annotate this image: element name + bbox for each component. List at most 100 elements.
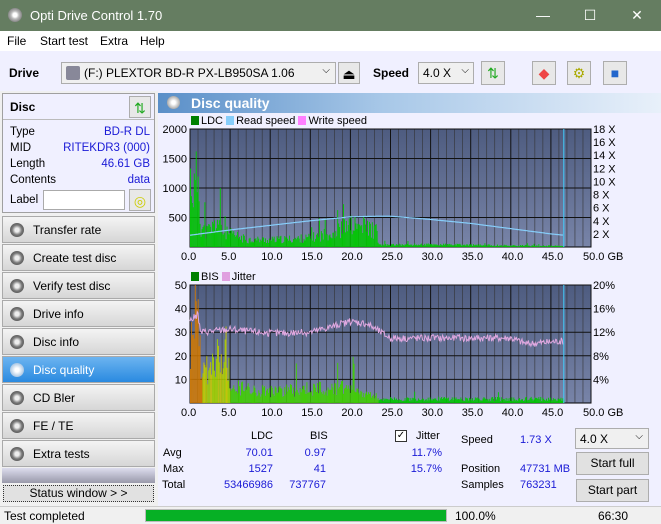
test-speed-select[interactable]: 4.0 X ⌵: [575, 428, 649, 449]
menu-file[interactable]: File: [7, 34, 26, 48]
data-bar: [265, 238, 266, 247]
x-tick-label: 40.0: [502, 251, 523, 263]
data-bar: [316, 391, 317, 403]
data-bar: [425, 399, 427, 403]
data-bar: [507, 245, 509, 247]
ldc-chart: 2000 1500 1000 500 18 X16 X14 X12 X10 X 8 X6 …: [163, 124, 624, 263]
settings-button[interactable]: ⚙: [567, 61, 591, 85]
data-bar: [342, 380, 343, 403]
data-bar: [439, 400, 441, 403]
close-button[interactable]: ✕: [614, 0, 660, 31]
data-bar: [247, 243, 249, 247]
data-bar: [231, 230, 233, 247]
x-tick-label: 35.0: [462, 407, 483, 419]
data-bar: [347, 385, 349, 403]
data-bar: [525, 245, 527, 247]
data-bar: [274, 386, 276, 403]
data-bar: [266, 243, 267, 247]
start-part-button[interactable]: Start part: [576, 479, 649, 502]
data-bar: [277, 237, 279, 247]
data-bar: [380, 244, 382, 247]
nav-drive-info[interactable]: Drive info: [2, 300, 155, 327]
data-bar: [342, 233, 343, 247]
data-bar: [553, 246, 555, 247]
data-bar: [422, 245, 424, 247]
data-bar: [338, 388, 340, 403]
data-bar: [332, 232, 334, 247]
data-bar: [228, 234, 230, 247]
contents-label: Contents: [10, 174, 57, 186]
data-bar: [508, 400, 510, 403]
nav-cd-bler[interactable]: CD Bler: [2, 384, 155, 411]
disc-refresh-button[interactable]: ⇅: [129, 96, 151, 118]
drive-select[interactable]: (F:) PLEXTOR BD-R PX-LB950SA 1.06 ⌵: [61, 62, 336, 84]
data-bar: [244, 387, 246, 403]
data-bar: [382, 400, 384, 403]
speed-select[interactable]: 4.0 X ⌵: [418, 62, 474, 84]
nav-transfer-rate[interactable]: Transfer rate: [2, 216, 155, 243]
nav-verify-test-disc[interactable]: Verify test disc: [2, 272, 155, 299]
status-window-button[interactable]: Status window > >: [3, 485, 154, 502]
data-bar: [285, 394, 287, 403]
data-bar: [431, 244, 433, 247]
data-bar: [420, 399, 422, 403]
data-bar: [328, 235, 330, 247]
label-input[interactable]: [43, 190, 125, 210]
data-bar: [401, 401, 403, 403]
data-bar: [312, 395, 314, 403]
data-bar: [541, 401, 543, 403]
menu-extra[interactable]: Extra: [100, 34, 128, 48]
data-bar: [284, 387, 286, 403]
start-full-button[interactable]: Start full: [576, 452, 649, 475]
nav-create-test-disc[interactable]: Create test disc: [2, 244, 155, 271]
data-bar: [347, 225, 349, 247]
data-bar: [317, 383, 318, 403]
data-bar: [200, 236, 202, 247]
data-bar: [271, 387, 273, 403]
data-bar: [434, 244, 436, 247]
nav-disc-info[interactable]: Disc info: [2, 328, 155, 355]
data-bar: [403, 400, 405, 403]
data-bar: [284, 236, 286, 247]
erase-button[interactable]: ◆: [532, 61, 556, 85]
maximize-button[interactable]: ☐: [567, 0, 613, 31]
data-bar: [395, 244, 397, 247]
data-bar: [262, 237, 264, 247]
data-bar: [254, 238, 256, 247]
data-bar: [210, 226, 212, 247]
data-bar: [354, 216, 356, 247]
nav-disc-quality[interactable]: Disc quality: [2, 356, 155, 383]
data-bar: [305, 393, 307, 403]
label-disc-button[interactable]: ◎: [129, 189, 151, 211]
data-bar: [252, 392, 254, 403]
menu-help[interactable]: Help: [140, 34, 165, 48]
data-bar: [529, 398, 531, 403]
data-bar: [497, 244, 498, 247]
data-bar: [542, 397, 544, 403]
disc-info-icon: [10, 335, 24, 349]
eject-button[interactable]: ⏏: [338, 62, 360, 84]
nav-fe-te[interactable]: FE / TE: [2, 412, 155, 439]
data-bar: [523, 400, 525, 403]
nav-extra-tests[interactable]: Extra tests: [2, 440, 155, 467]
data-bar: [468, 245, 470, 247]
data-bar: [497, 246, 499, 247]
data-bar: [548, 245, 549, 247]
data-bar: [243, 235, 245, 247]
type-label: Type: [10, 126, 35, 138]
save-button[interactable]: ■: [603, 61, 627, 85]
data-bar: [505, 244, 507, 247]
data-bar: [206, 225, 208, 247]
data-bar: [460, 244, 462, 247]
data-bar: [498, 245, 500, 247]
data-bar: [227, 380, 229, 403]
data-bar: [519, 398, 521, 403]
minimize-button[interactable]: —: [520, 0, 566, 31]
refresh-button[interactable]: ⇅: [481, 61, 505, 85]
menu-start-test[interactable]: Start test: [40, 34, 88, 48]
data-bar: [415, 398, 417, 403]
data-bar: [520, 400, 522, 403]
y2-tick-label: 18 X: [593, 124, 616, 136]
x-tick-label: 40.0: [502, 407, 523, 419]
jitter-checkbox[interactable]: ✓: [395, 430, 407, 442]
